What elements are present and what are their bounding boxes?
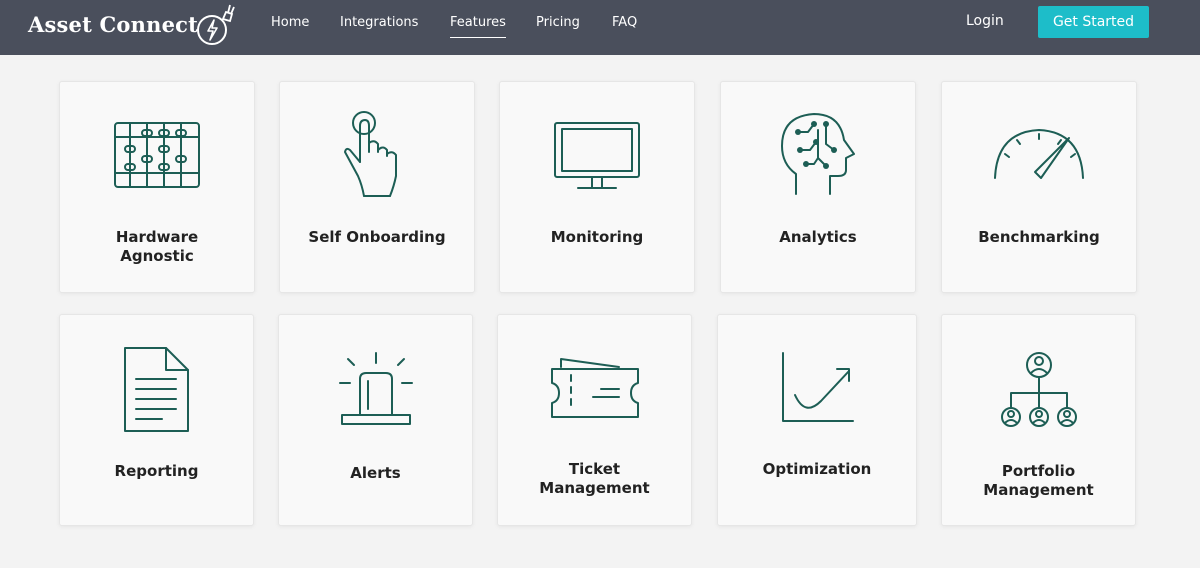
feature-label: Analytics — [779, 228, 857, 246]
feature-card-optimization[interactable]: Optimization — [717, 314, 917, 526]
nav-pricing[interactable]: Pricing — [536, 15, 580, 30]
feature-label: Benchmarking — [978, 228, 1100, 246]
power-plug-icon — [197, 4, 235, 45]
feature-label: Portfolio Management — [983, 462, 1094, 499]
brand-logo-text[interactable]: Asset Connect — [28, 12, 198, 37]
feature-card-self-onboarding[interactable]: Self Onboarding — [279, 81, 475, 293]
feature-label: Self Onboarding — [308, 228, 446, 246]
feature-label: Reporting — [114, 462, 199, 480]
feature-label: Ticket Management — [539, 460, 650, 497]
feature-card-benchmarking[interactable]: Benchmarking — [941, 81, 1137, 293]
feature-label: Alerts — [350, 464, 401, 482]
monitor-icon — [554, 122, 640, 189]
feature-card-portfolio-management[interactable]: Portfolio Management — [941, 314, 1136, 526]
feature-card-monitoring[interactable]: Monitoring — [499, 81, 695, 293]
tap-hand-icon — [344, 111, 397, 197]
siren-icon — [338, 352, 413, 425]
nav-home[interactable]: Home — [271, 15, 309, 30]
org-chart-icon — [1000, 352, 1077, 427]
ticket-icon — [550, 358, 639, 418]
top-navbar: Asset Connect Home Integrations Features… — [0, 0, 1200, 55]
feature-card-ticket-management[interactable]: Ticket Management — [497, 314, 692, 526]
speedometer-icon — [994, 129, 1084, 179]
brain-head-icon — [781, 113, 855, 195]
feature-card-reporting[interactable]: Reporting — [59, 314, 254, 526]
feature-label: Hardware Agnostic — [115, 228, 199, 265]
get-started-button[interactable]: Get Started — [1038, 6, 1149, 38]
feature-label: Monitoring — [550, 228, 644, 246]
feature-card-analytics[interactable]: Analytics — [720, 81, 916, 293]
login-link[interactable]: Login — [966, 13, 1004, 29]
abacus-icon — [114, 122, 200, 188]
feature-card-hardware-agnostic[interactable]: Hardware Agnostic — [59, 81, 255, 293]
feature-label: Optimization — [762, 460, 872, 478]
nav-integrations[interactable]: Integrations — [340, 15, 418, 30]
nav-features[interactable]: Features — [450, 15, 506, 38]
nav-faq[interactable]: FAQ — [612, 15, 637, 30]
document-icon — [123, 347, 189, 432]
feature-card-alerts[interactable]: Alerts — [278, 314, 473, 526]
trend-chart-icon — [782, 352, 854, 422]
